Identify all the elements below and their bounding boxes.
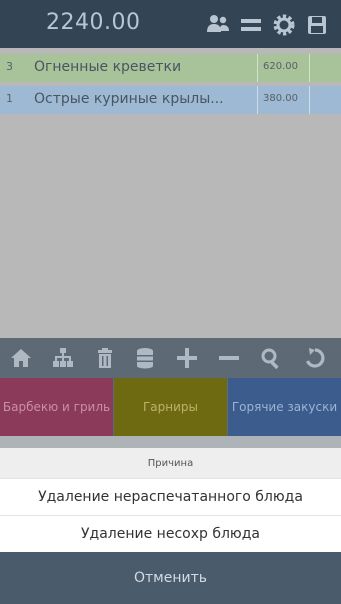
order-qty: 3 xyxy=(6,60,13,73)
minus-icon[interactable] xyxy=(218,347,240,369)
sheet-title: Причина xyxy=(0,448,341,478)
order-qty: 1 xyxy=(6,92,13,105)
column-divider xyxy=(257,86,258,114)
plus-icon[interactable] xyxy=(176,347,198,369)
reason-option-unsaved[interactable]: Удаление несохр блюда xyxy=(0,515,341,552)
trash-icon[interactable] xyxy=(94,347,116,369)
order-row[interactable]: 3 Огненные креветки 620.00 xyxy=(0,54,341,82)
sitemap-icon[interactable] xyxy=(52,347,74,369)
action-toolbar xyxy=(0,338,341,378)
database-icon[interactable] xyxy=(134,347,156,369)
category-bar: Барбекю и гриль Гарниры Горячие закуски xyxy=(0,378,341,436)
order-item-name: Острые куриные крылы... xyxy=(34,91,224,107)
reason-option-unprinted[interactable]: Удаление нераспечатанного блюда xyxy=(0,478,341,515)
cancel-button[interactable]: Отменить xyxy=(0,552,341,604)
home-icon[interactable] xyxy=(10,347,32,369)
save-icon[interactable] xyxy=(306,14,328,36)
order-list: 3 Огненные креветки 620.00 1 Острые кури… xyxy=(0,48,341,338)
reason-action-sheet: Причина Удаление нераспечатанного блюда … xyxy=(0,448,341,604)
category-sides[interactable]: Гарниры xyxy=(114,378,227,436)
pos-screen: 2240.00 3 Огненные креветки 620.00 1 Ост… xyxy=(0,0,341,604)
menu-icon[interactable] xyxy=(240,14,262,36)
order-item-name: Огненные креветки xyxy=(34,59,182,75)
search-icon[interactable] xyxy=(260,347,282,370)
gear-icon[interactable] xyxy=(273,14,295,36)
overlay-strip xyxy=(0,436,341,448)
order-price: 620.00 xyxy=(263,61,298,72)
order-price: 380.00 xyxy=(263,93,298,104)
undo-icon[interactable] xyxy=(304,347,326,369)
column-divider xyxy=(309,54,310,82)
category-hot-appetizers[interactable]: Горячие закуски xyxy=(228,378,341,436)
order-total: 2240.00 xyxy=(46,10,141,35)
users-icon[interactable] xyxy=(206,14,229,36)
order-row[interactable]: 1 Острые куриные крылы... 380.00 xyxy=(0,86,341,114)
category-bbq-grill[interactable]: Барбекю и гриль xyxy=(0,378,113,436)
column-divider xyxy=(257,54,258,82)
column-divider xyxy=(309,86,310,114)
header-bar: 2240.00 xyxy=(0,0,341,48)
